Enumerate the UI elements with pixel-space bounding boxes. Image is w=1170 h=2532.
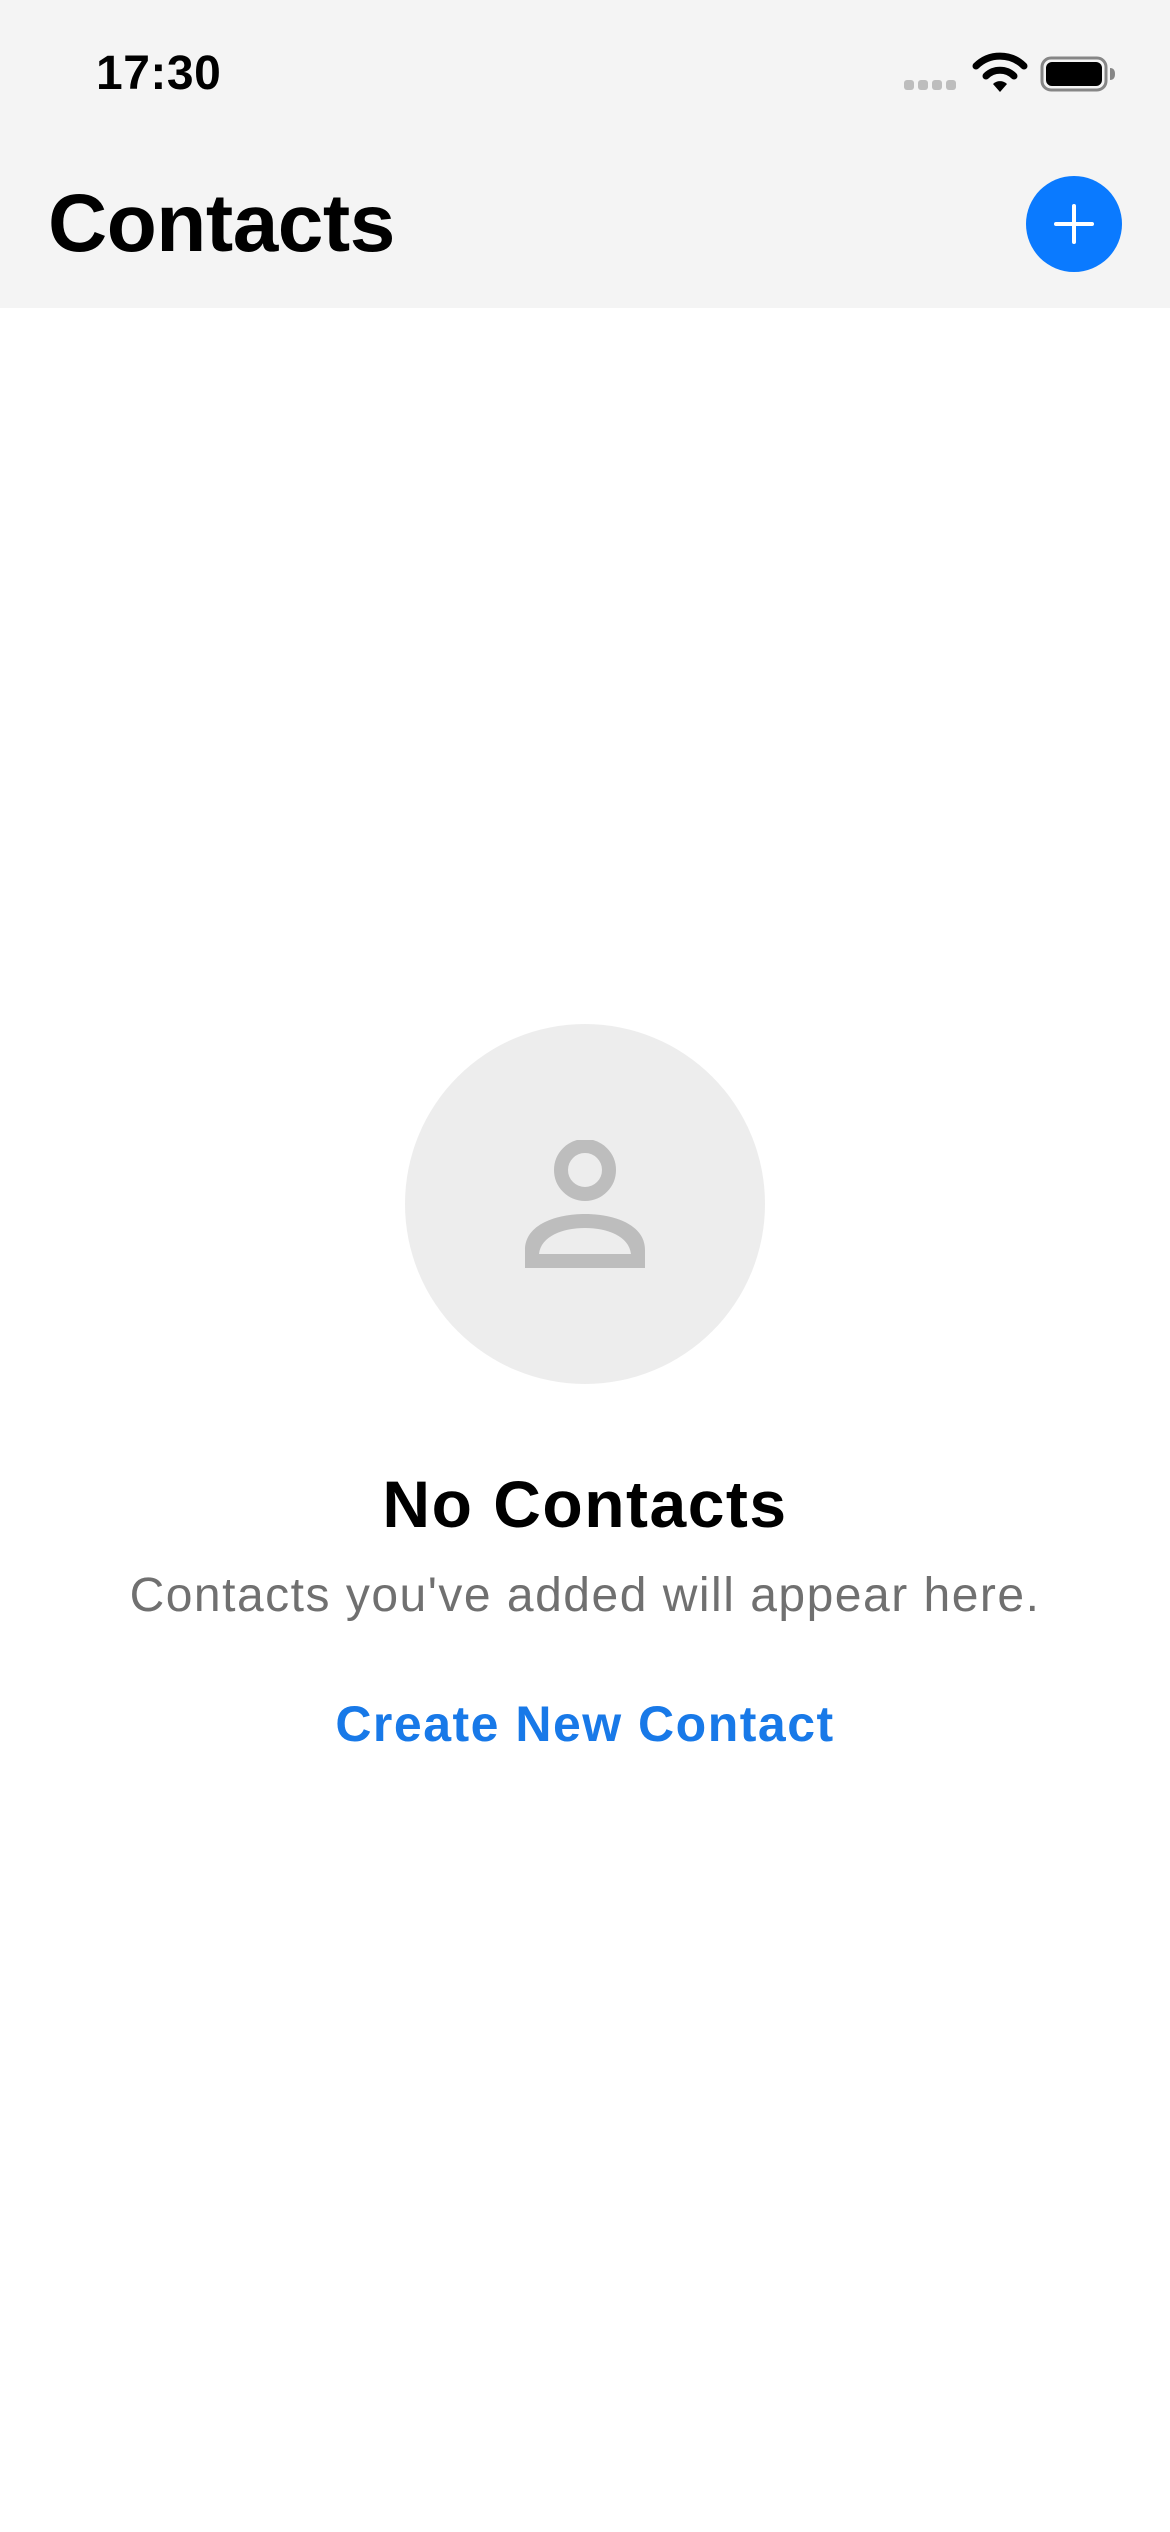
wifi-icon — [972, 52, 1028, 92]
plus-icon — [1054, 204, 1094, 244]
create-new-contact-link[interactable]: Create New Contact — [335, 1692, 834, 1756]
empty-state: No Contacts Contacts you've added will a… — [0, 1024, 1170, 1756]
empty-state-message: Contacts you've added will appear here. — [129, 1569, 1041, 1622]
empty-state-title: No Contacts — [382, 1467, 788, 1541]
avatar-placeholder — [405, 1024, 765, 1384]
add-contact-button[interactable] — [1026, 176, 1122, 272]
header: 17:30 Contacts — [0, 0, 1170, 308]
contacts-screen: 17:30 Contacts No Contacts Contacts you'… — [0, 0, 1170, 2532]
status-time: 17:30 — [96, 47, 222, 100]
cellular-signal-icon — [904, 78, 960, 92]
page-title: Contacts — [48, 178, 395, 269]
battery-icon — [1040, 56, 1115, 92]
person-icon — [525, 1140, 645, 1268]
